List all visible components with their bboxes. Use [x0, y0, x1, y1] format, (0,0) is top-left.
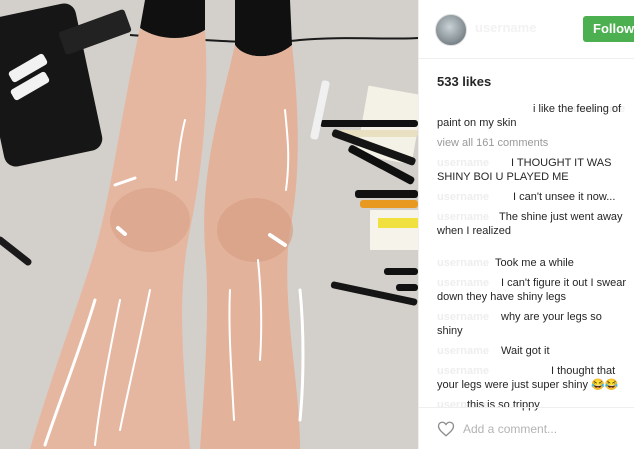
comment: username why are your legs so shiny	[437, 310, 629, 338]
instagram-post: username Followi 533 likes username i lik…	[0, 0, 634, 449]
comment: username Wait got it	[437, 344, 629, 358]
comment-username[interactable]: username	[437, 210, 489, 224]
comment-username[interactable]: username	[437, 364, 489, 378]
comment-text: i like the feeling of paint on my skin	[437, 103, 622, 129]
divider	[419, 407, 634, 408]
post-sidebar: username Followi 533 likes username i lik…	[418, 0, 634, 449]
comment: username I THOUGHT IT WAS SHINY BOI U PLA…	[437, 156, 629, 184]
post-photo[interactable]	[0, 0, 418, 449]
comment-username[interactable]: username	[437, 310, 489, 324]
comment: username I can't unsee it now...	[437, 190, 629, 204]
comment-username[interactable]: username	[437, 156, 489, 170]
comment: username Took me a while	[437, 256, 629, 270]
comment-username[interactable]: username	[437, 190, 489, 204]
comment: username this is so trippy	[437, 398, 629, 412]
legs-photo-illustration	[0, 0, 418, 449]
comment: username i like the feeling of paint on m…	[437, 102, 629, 130]
avatar[interactable]	[435, 14, 467, 46]
comment-username[interactable]: username	[437, 344, 489, 358]
comment-username[interactable]: username	[437, 276, 489, 290]
comment: username The shine just went away when I …	[437, 210, 629, 238]
follow-button[interactable]: Followi	[583, 16, 634, 42]
comment: username I thought that your legs were ju…	[437, 364, 629, 392]
heart-outline-icon[interactable]	[437, 420, 455, 438]
view-all-comments-link[interactable]: view all 161 comments	[437, 136, 629, 150]
comment-username[interactable]: username	[437, 256, 489, 270]
comments-list: username i like the feeling of paint on m…	[437, 102, 629, 418]
add-comment-input[interactable]: Add a comment...	[463, 422, 557, 436]
poster-username[interactable]: username	[475, 20, 536, 35]
comment: username I can't figure it out I swear do…	[437, 276, 629, 304]
likes-count[interactable]: 533 likes	[437, 74, 491, 89]
post-header: username Followi	[419, 0, 634, 59]
